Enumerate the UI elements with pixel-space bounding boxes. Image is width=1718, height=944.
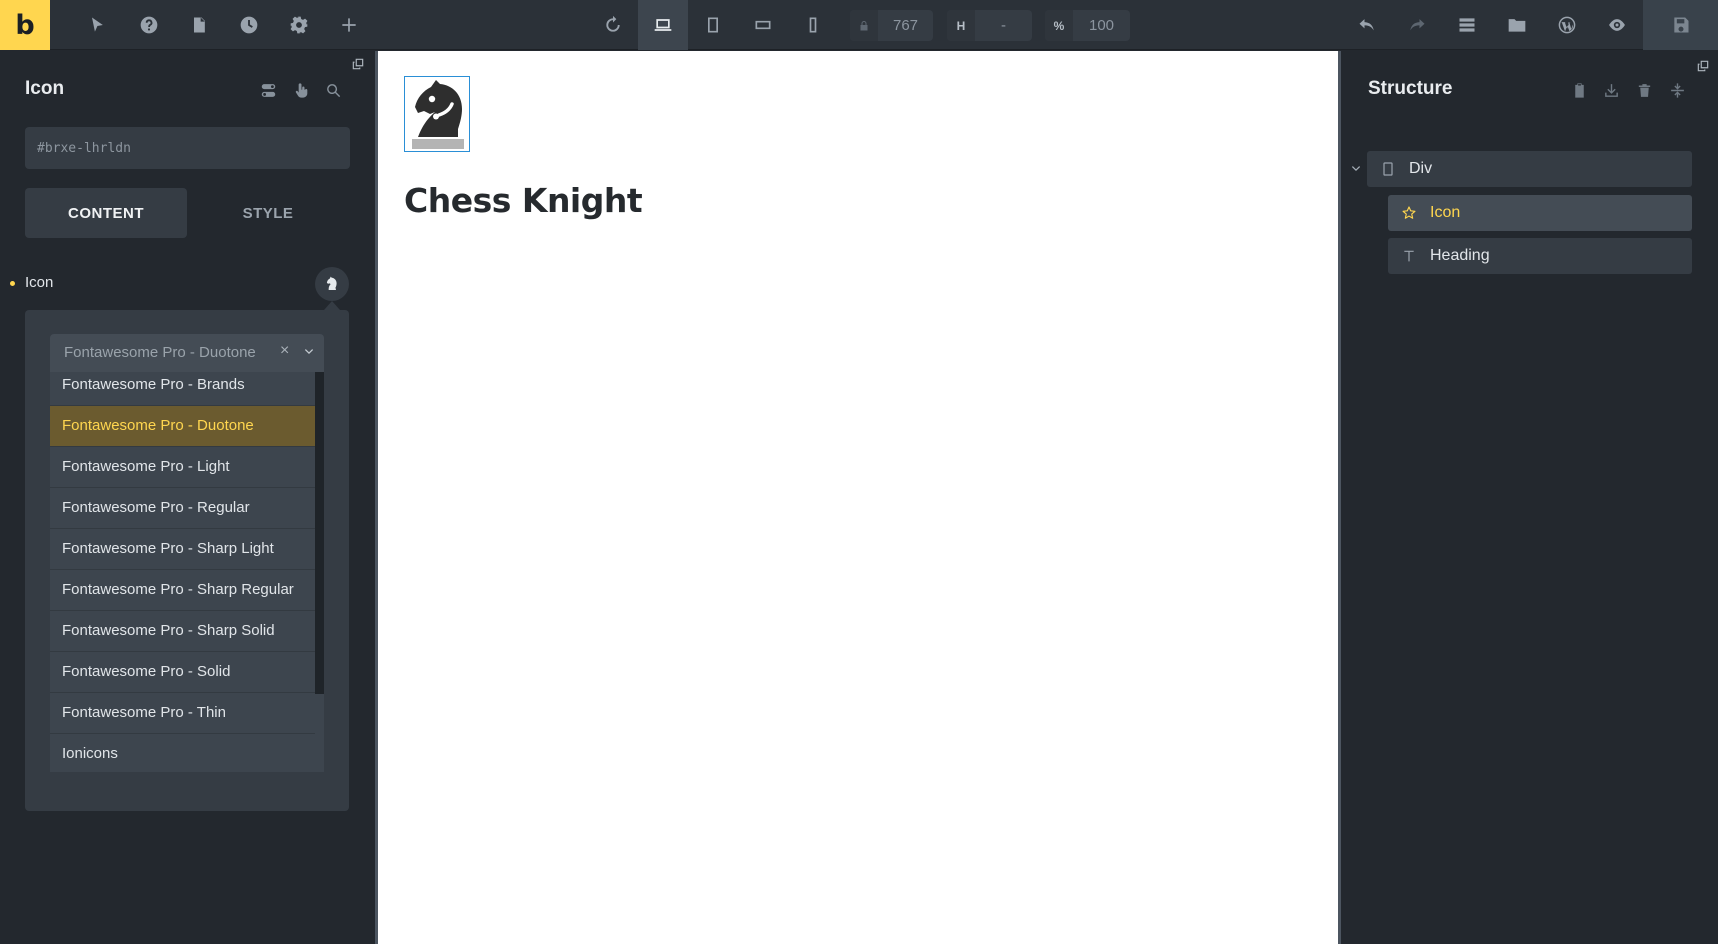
star-icon — [1388, 205, 1430, 221]
structure-item-label: Div — [1409, 160, 1433, 177]
save-button[interactable] — [1643, 0, 1718, 50]
structure-layers-icon[interactable] — [1442, 0, 1492, 50]
canvas-width-input[interactable]: 767 — [850, 10, 933, 41]
dropdown-option[interactable]: Fontawesome Pro - Regular — [50, 488, 315, 529]
preview-eye-icon[interactable] — [1592, 0, 1642, 50]
templates-folder-icon[interactable] — [1492, 0, 1542, 50]
dropdown-option[interactable]: Fontawesome Pro - Thin — [50, 693, 315, 734]
dropdown-option[interactable]: Ionicons — [50, 734, 315, 772]
collapse-all-icon[interactable] — [1666, 79, 1688, 101]
chevron-down-icon[interactable] — [302, 345, 316, 359]
breakpoint-tablet-portrait-icon[interactable] — [688, 0, 738, 50]
canvas-icon-element[interactable] — [404, 76, 470, 152]
popup-caret — [324, 301, 340, 310]
css-id-field[interactable]: #brxe-lhrldn — [25, 127, 350, 169]
history-icon[interactable] — [224, 0, 274, 50]
modified-indicator — [10, 281, 15, 286]
undo-icon[interactable] — [1342, 0, 1392, 50]
help-icon[interactable] — [124, 0, 174, 50]
trash-icon[interactable] — [1633, 79, 1655, 101]
zoom-prefix: % — [1045, 10, 1073, 41]
chess-knight-icon — [412, 80, 464, 149]
dropdown-option[interactable]: Fontawesome Pro - Sharp Solid — [50, 611, 315, 652]
wordpress-icon[interactable] — [1542, 0, 1592, 50]
bricks-logo[interactable]: b — [0, 0, 50, 50]
div-icon — [1367, 161, 1409, 177]
structure-item-div[interactable]: Div — [1367, 151, 1692, 187]
toggle-icon[interactable] — [257, 79, 279, 101]
redo-icon[interactable] — [1392, 0, 1442, 50]
reload-icon[interactable] — [588, 0, 638, 50]
breakpoint-mobile-landscape-icon[interactable] — [738, 0, 788, 50]
select-cursor-icon[interactable] — [72, 0, 122, 50]
canvas-zoom-input[interactable]: % 100 — [1045, 10, 1130, 41]
add-element-icon[interactable] — [324, 0, 374, 50]
panel-undock-icon[interactable] — [351, 57, 365, 71]
dropdown-option-selected[interactable]: Fontawesome Pro - Duotone — [50, 406, 315, 447]
icon-library-popup: Fontawesome Pro - Duotone × Fontawesome … — [25, 310, 349, 811]
tab-content[interactable]: CONTENT — [25, 188, 187, 238]
structure-item-heading[interactable]: Heading — [1388, 238, 1692, 274]
structure-panel: Structure Div Icon Heading — [1341, 51, 1718, 944]
clear-icon[interactable]: × — [280, 342, 289, 360]
dropdown-option[interactable]: Fontawesome Pro - Brands — [50, 372, 315, 406]
structure-title: Structure — [1368, 78, 1453, 99]
clipboard-icon[interactable] — [1568, 79, 1590, 101]
pages-icon[interactable] — [174, 0, 224, 50]
dropdown-option[interactable]: Fontawesome Pro - Sharp Regular — [50, 570, 315, 611]
icon-library-select[interactable]: Fontawesome Pro - Duotone × — [50, 334, 324, 372]
element-settings-panel: Icon #brxe-lhrldn CONTENT STYLE Icon Fon… — [0, 51, 375, 944]
height-prefix: H — [947, 10, 975, 41]
panel-undock-icon[interactable] — [1696, 59, 1710, 73]
breakpoint-desktop-icon[interactable] — [638, 0, 688, 50]
interactions-hand-icon[interactable] — [290, 79, 312, 101]
dropdown-scrollbar-thumb[interactable] — [315, 372, 324, 694]
icon-control-label: Icon — [25, 274, 54, 291]
canvas-zoom-value: 100 — [1088, 17, 1115, 34]
canvas-heading[interactable]: Chess Knight — [404, 181, 643, 220]
heading-icon — [1388, 248, 1430, 264]
icon-picker-button[interactable] — [315, 267, 349, 301]
chevron-down-icon[interactable] — [1349, 162, 1363, 176]
structure-item-label: Heading — [1430, 247, 1490, 264]
structure-item-icon[interactable]: Icon — [1388, 195, 1692, 231]
builder-canvas: Chess Knight — [378, 51, 1338, 944]
dropdown-option[interactable]: Fontawesome Pro - Light — [50, 447, 315, 488]
chess-knight-icon — [326, 276, 337, 290]
top-toolbar: b 767 H - % 100 — [0, 0, 1718, 50]
canvas-width-value: 767 — [892, 17, 919, 34]
download-icon[interactable] — [1600, 79, 1622, 101]
canvas-height-value: - — [1001, 17, 1006, 34]
select-value: Fontawesome Pro - Duotone — [64, 344, 256, 361]
breakpoint-mobile-portrait-icon[interactable] — [788, 0, 838, 50]
icon-library-dropdown: Fontawesome Pro - Brands Fontawesome Pro… — [50, 372, 324, 772]
panel-title: Icon — [25, 78, 65, 99]
canvas-height-input[interactable]: H - — [947, 10, 1032, 41]
lock-icon[interactable] — [850, 10, 878, 41]
dropdown-option[interactable]: Fontawesome Pro - Solid — [50, 652, 315, 693]
search-icon[interactable] — [322, 79, 344, 101]
dropdown-option[interactable]: Fontawesome Pro - Sharp Light — [50, 529, 315, 570]
tab-style[interactable]: STYLE — [187, 188, 349, 238]
settings-gear-icon[interactable] — [274, 0, 324, 50]
structure-item-label: Icon — [1430, 204, 1461, 221]
